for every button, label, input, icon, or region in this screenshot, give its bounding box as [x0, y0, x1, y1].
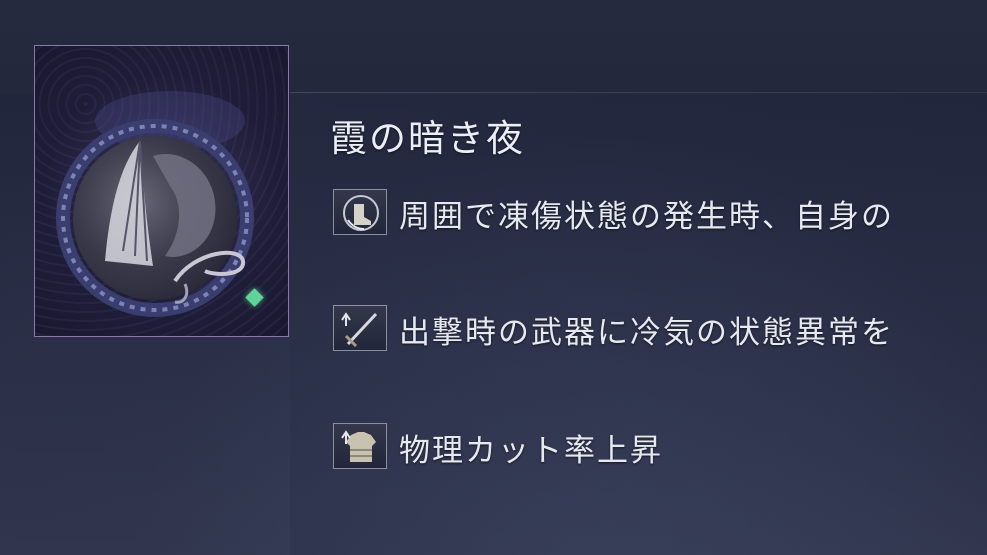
effect-text: 物理カット率上昇	[399, 433, 663, 469]
effect-row: 物理カット率上昇	[333, 423, 987, 469]
effect-row: 出撃時の武器に冷気の状態異常を	[333, 305, 987, 351]
effect-text: 出撃時の武器に冷気の状態異常を	[399, 315, 894, 351]
item-name: 霞の暗き夜	[330, 117, 525, 160]
armor-up-icon	[333, 423, 387, 469]
item-card[interactable]	[34, 45, 289, 337]
effect-text: 周囲で凍傷状態の発生時、自身の	[399, 199, 894, 235]
sword-up-icon	[333, 305, 387, 351]
effect-row: 周囲で凍傷状態の発生時、自身の	[333, 189, 987, 235]
boot-frost-icon	[333, 189, 387, 235]
divider	[290, 92, 987, 93]
